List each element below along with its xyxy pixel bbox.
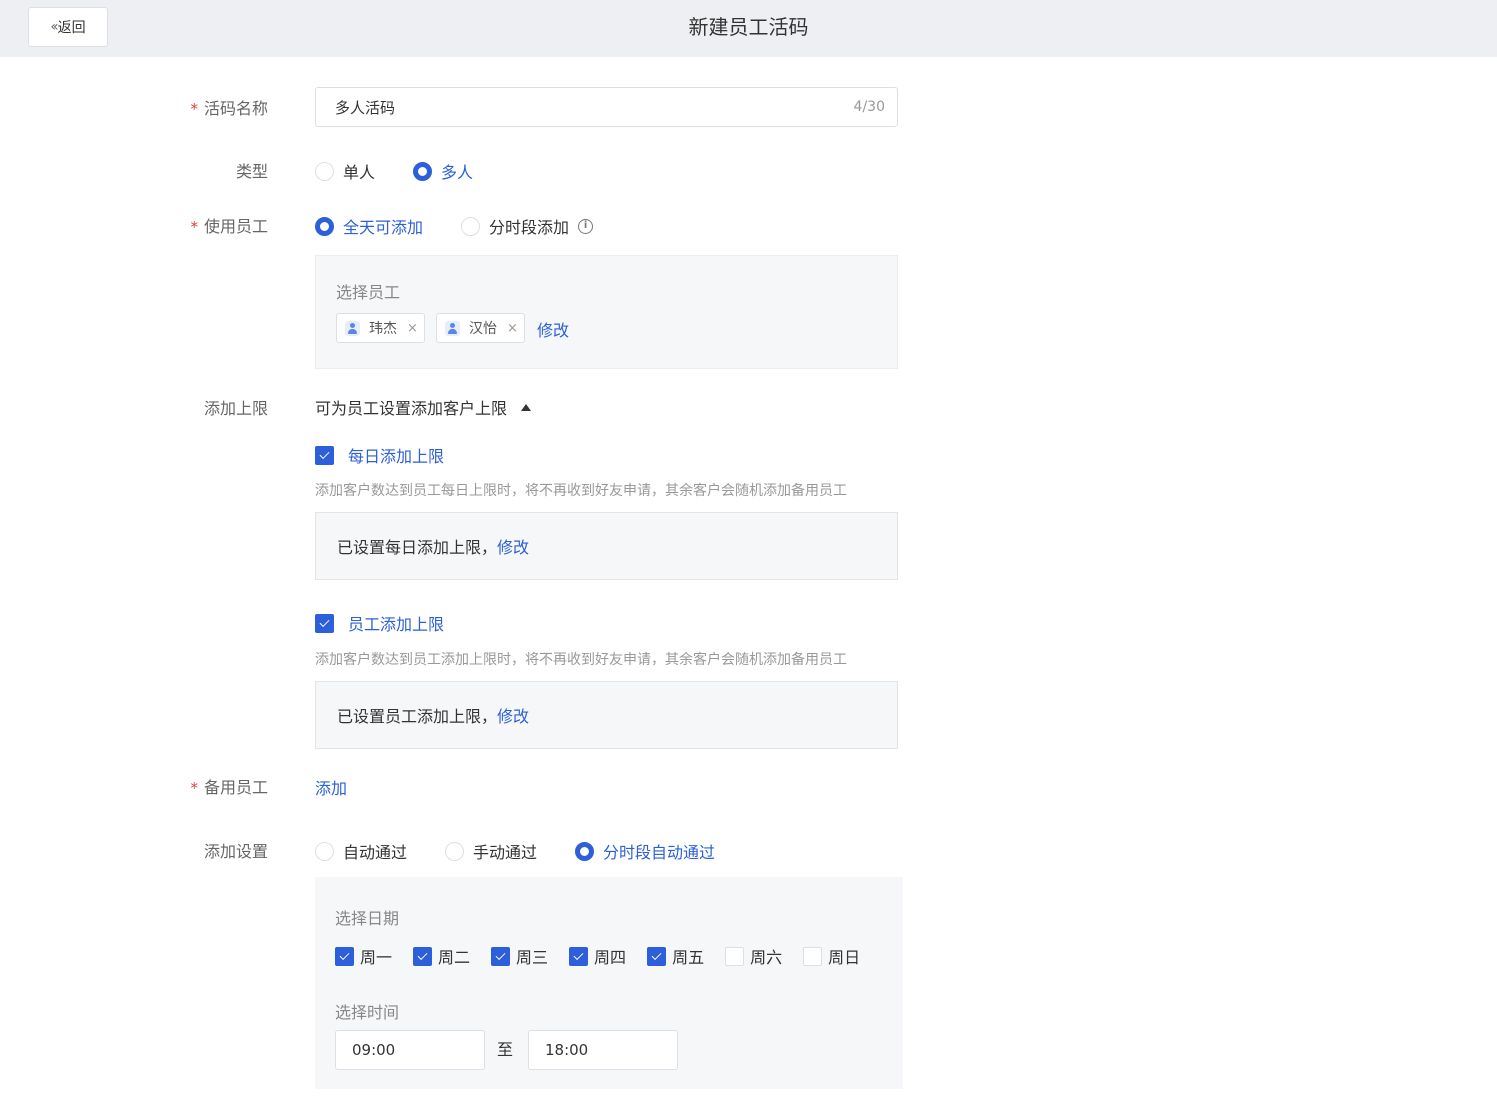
daily-limit-checkbox[interactable]: 每日添加上限 [315,443,444,467]
staff-panel-title: 选择员工 [336,283,401,302]
check-icon [315,445,334,465]
type-radio-group: 单人 多人 [315,159,473,183]
avatar-icon [445,320,460,336]
day-checkbox-group: 周一 周二 周三 周四 周五 周六 周日 [335,944,881,968]
checkbox-box [725,946,745,966]
time-separator: 至 [497,1040,514,1059]
check-icon [491,946,511,966]
close-icon[interactable]: × [507,321,518,336]
staff-label: * 使用员工 [190,217,268,236]
add-setting-radio-group: 自动通过 手动通过 分时段自动通过 [315,839,715,863]
type-radio-multi[interactable]: 多人 [413,159,473,183]
staff-select-panel: 选择员工 玮杰 × 汉怡 × 修改 [315,255,898,369]
daily-limit-status: 已设置每日添加上限， [337,538,498,557]
staff-limit-status: 已设置员工添加上限， [337,707,498,726]
check-icon [647,946,667,966]
day-checkbox-sun[interactable]: 周日 [803,944,860,968]
header-bar: ‹‹ 返回 新建员工活码 [0,0,1497,57]
limit-toggle[interactable]: 可为员工设置添加客户上限 [315,395,532,419]
name-input[interactable]: 多人活码 4/30 [315,87,898,127]
add-setting-radio-timed-auto[interactable]: 分时段自动通过 [575,839,715,863]
backup-label: * 备用员工 [190,778,268,797]
caret-up-icon [521,403,532,411]
double-chevron-left-icon: ‹‹ [50,19,58,35]
check-icon [335,946,354,966]
radio-circle [575,841,595,861]
staff-limit-hint: 添加客户数达到员工添加上限时，将不再收到好友申请，其余客户会随机添加备用员工 [315,652,847,668]
radio-circle [315,161,334,181]
day-checkbox-mon[interactable]: 周一 [335,944,392,968]
staff-modify-link[interactable]: 修改 [537,317,569,341]
check-icon [569,946,589,966]
back-label: 返回 [57,20,86,36]
checkbox-box [803,946,823,966]
time-title: 选择时间 [335,1003,400,1022]
time-start-input[interactable]: 09:00 [335,1030,485,1070]
name-input-value: 多人活码 [335,98,396,117]
page-title: 新建员工活码 [688,15,809,39]
limit-label: 添加上限 [203,399,268,418]
staff-limit-panel: 已设置员工添加上限， 修改 [315,681,898,749]
staff-limit-modify-link[interactable]: 修改 [497,703,529,727]
required-mark: * [190,218,198,236]
backup-add-link[interactable]: 添加 [315,775,347,799]
day-checkbox-thu[interactable]: 周四 [569,944,626,968]
day-checkbox-sat[interactable]: 周六 [725,944,782,968]
staff-radio-timed[interactable]: 分时段添加 [461,214,569,238]
radio-circle [315,841,334,861]
radio-circle [461,216,481,236]
radio-circle [315,216,334,236]
required-mark: * [190,779,198,797]
back-button[interactable]: ‹‹ 返回 [28,7,108,47]
daily-limit-hint: 添加客户数达到员工每日上限时，将不再收到好友申请，其余客户会随机添加备用员工 [315,483,847,499]
add-setting-radio-manual[interactable]: 手动通过 [445,839,537,863]
radio-circle [445,841,465,861]
daily-limit-panel: 已设置每日添加上限， 修改 [315,512,898,580]
staff-limit-checkbox[interactable]: 员工添加上限 [315,611,444,635]
staff-radio-group: 全天可添加 分时段添加 i [315,214,594,238]
staff-radio-allday[interactable]: 全天可添加 [315,214,423,238]
daily-limit-modify-link[interactable]: 修改 [497,534,529,558]
check-icon [413,946,433,966]
check-icon [315,613,334,633]
date-title: 选择日期 [335,909,400,928]
schedule-panel: 选择日期 周一 周二 周三 周四 周五 周六 周日 选择时间 09:00 至 1… [315,877,903,1089]
radio-circle [413,161,433,181]
day-checkbox-fri[interactable]: 周五 [647,944,704,968]
day-checkbox-tue[interactable]: 周二 [413,944,470,968]
char-counter: 4/30 [853,99,885,115]
staff-tag: 玮杰 × [336,313,425,343]
type-label: 类型 [235,162,268,181]
add-setting-radio-auto[interactable]: 自动通过 [315,839,407,863]
info-icon[interactable]: i [578,218,594,234]
day-checkbox-wed[interactable]: 周三 [491,944,548,968]
close-icon[interactable]: × [407,321,418,336]
required-mark: * [190,100,198,118]
avatar-icon [345,320,360,336]
staff-tag: 汉怡 × [436,313,525,343]
name-label: * 活码名称 [190,99,268,118]
add-setting-label: 添加设置 [203,842,268,861]
time-end-input[interactable]: 18:00 [528,1030,678,1070]
type-radio-single[interactable]: 单人 [315,159,375,183]
